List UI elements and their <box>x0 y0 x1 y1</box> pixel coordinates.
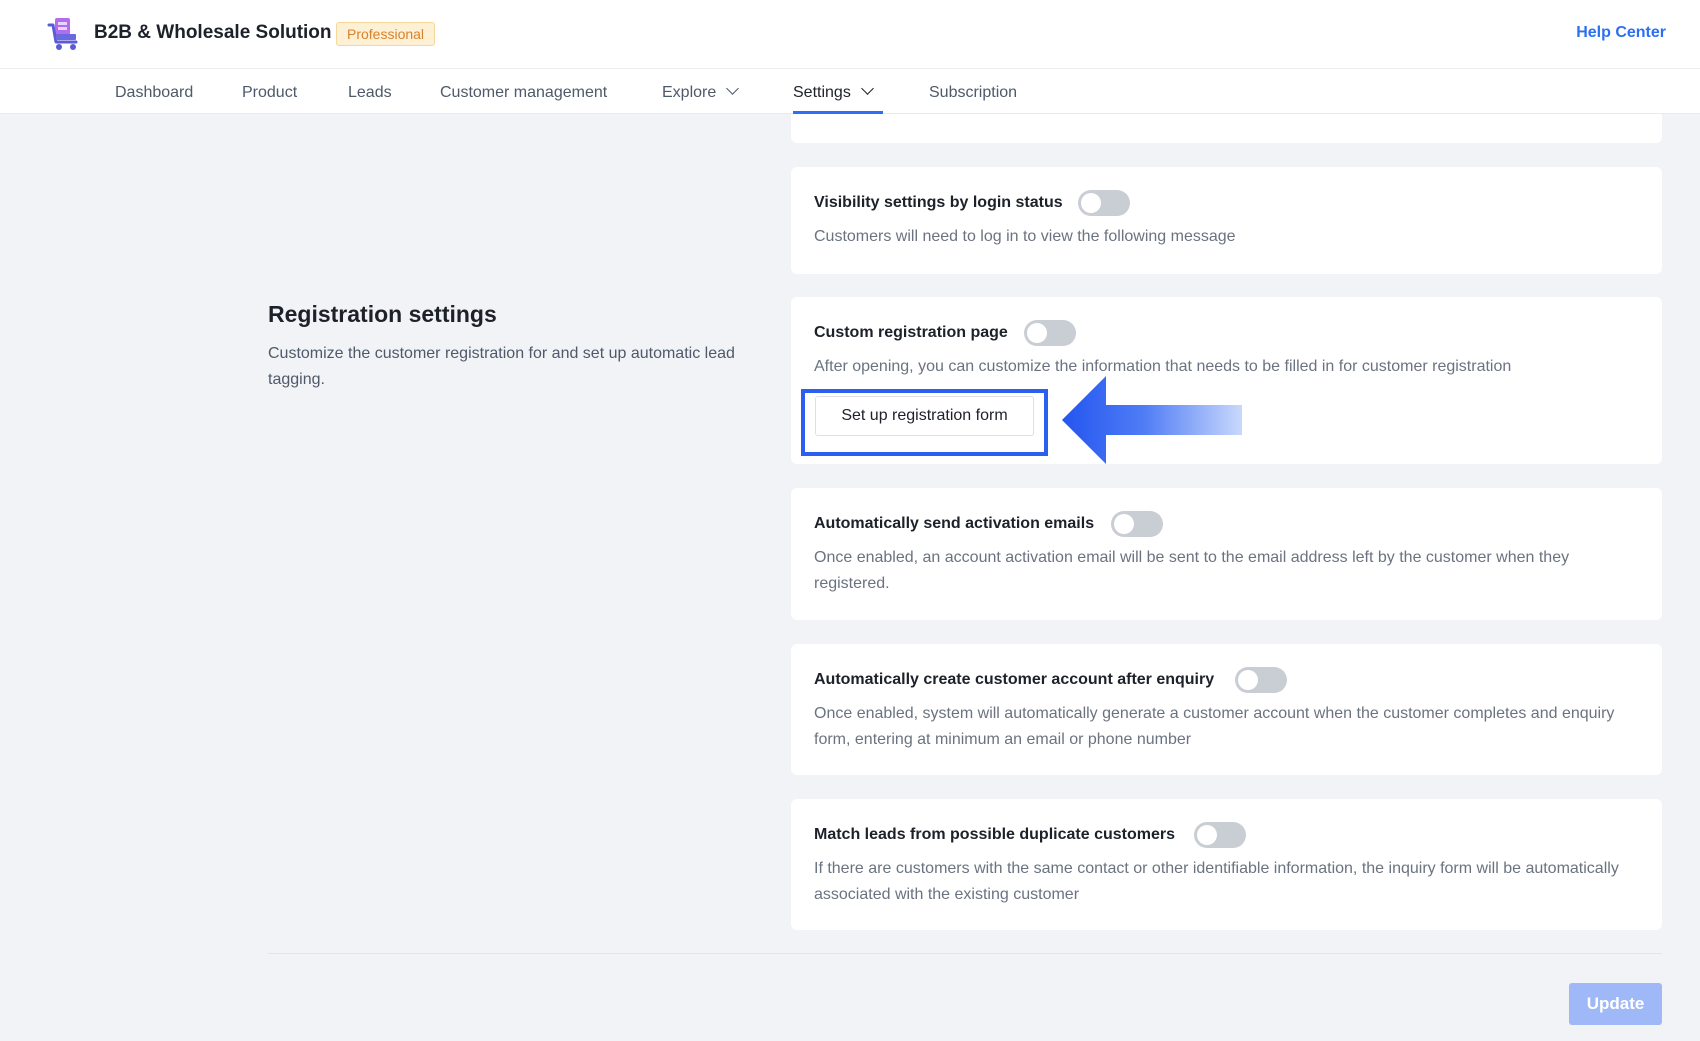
app-title: B2B & Wholesale Solution <box>94 22 332 43</box>
card-title: Match leads from possible duplicate cust… <box>814 826 1175 843</box>
card-title: Automatically send activation emails <box>814 515 1095 532</box>
footer-divider <box>268 953 1662 954</box>
update-button[interactable]: Update <box>1569 983 1662 1025</box>
nav-label: Customer management <box>440 84 608 101</box>
nav-item-subscription[interactable]: Subscription <box>929 69 1017 114</box>
highlight-box <box>801 389 1048 456</box>
nav-item-leads[interactable]: Leads <box>348 69 392 114</box>
card-title: Visibility settings by login status <box>814 194 1063 211</box>
card-description: If there are customers with the same con… <box>814 860 1619 903</box>
toggle-knob <box>1027 323 1047 343</box>
nav-item-product[interactable]: Product <box>242 69 297 114</box>
left-arrow-icon <box>1062 376 1242 464</box>
chevron-down-icon <box>726 82 740 95</box>
card-description: Once enabled, system will automatically … <box>814 705 1615 748</box>
auto-account-card: Automatically create customer account af… <box>791 644 1662 775</box>
toggle-knob <box>1081 193 1101 213</box>
nav-label: Leads <box>348 84 392 101</box>
wholesale-cart-logo <box>47 18 78 50</box>
duplicate-match-toggle[interactable] <box>1194 822 1246 848</box>
plan-badge: Professional <box>336 22 436 46</box>
visibility-login-toggle[interactable] <box>1078 190 1130 216</box>
section-description: Customize the customer registration for … <box>268 345 735 388</box>
nav-item-dashboard[interactable]: Dashboard <box>115 69 193 114</box>
custom-registration-toggle[interactable] <box>1024 320 1076 346</box>
card-description: Once enabled, an account activation emai… <box>814 549 1570 592</box>
toggle-knob <box>1197 825 1217 845</box>
section-title: Registration settings <box>268 301 497 327</box>
duplicate-match-card: Match leads from possible duplicate cust… <box>791 799 1662 930</box>
nav-item-customer-management[interactable]: Customer management <box>440 69 607 114</box>
scrolled-card-fragment <box>791 114 1662 143</box>
help-center-link[interactable]: Help Center <box>1576 24 1666 42</box>
nav-label: Subscription <box>929 84 1018 101</box>
toggle-knob <box>1238 670 1258 690</box>
nav-label: Dashboard <box>115 84 194 101</box>
auto-account-toggle[interactable] <box>1235 667 1287 693</box>
card-description: Customers will need to log in to view th… <box>814 228 1236 245</box>
nav-label: Product <box>242 84 298 101</box>
nav-item-settings[interactable]: Settings <box>793 69 883 114</box>
nav-label: Settings <box>793 84 851 101</box>
toggle-knob <box>1114 514 1134 534</box>
main-nav: Dashboard Product Leads Customer managem… <box>0 69 1700 114</box>
chevron-down-icon <box>860 82 874 95</box>
nav-label: Explore <box>662 84 717 101</box>
card-title: Custom registration page <box>814 324 1008 341</box>
activation-email-toggle[interactable] <box>1111 511 1163 537</box>
nav-item-explore[interactable]: Explore <box>662 69 740 114</box>
visibility-settings-card: Visibility settings by login status Cust… <box>791 167 1662 274</box>
card-title: Automatically create customer account af… <box>814 671 1215 688</box>
activation-email-card: Automatically send activation emails Onc… <box>791 488 1662 620</box>
top-bar: B2B & Wholesale Solution Professional He… <box>0 0 1700 69</box>
